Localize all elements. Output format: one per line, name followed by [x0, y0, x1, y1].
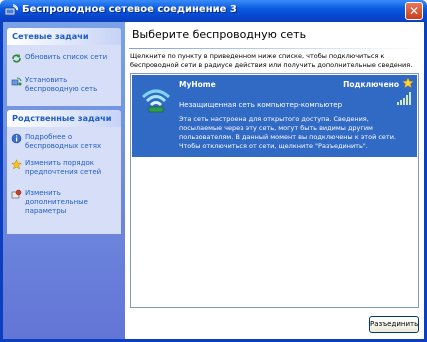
related-tasks-panel: Родственные задачи Подробнее о беспровод…: [7, 110, 121, 234]
close-icon: ✕: [408, 4, 420, 18]
security-type: Незащищенная сеть компьютер-компьютер: [179, 101, 343, 109]
task-label: Изменить дополнительные параметры: [25, 189, 88, 215]
info-icon: [11, 133, 22, 144]
title-bar[interactable]: Беспроводное сетевое соединение 3 ✕: [0, 0, 427, 22]
setup-wireless-icon: [11, 77, 22, 86]
instructions-text: Щелкните по пункту в приведенном ниже сп…: [130, 52, 413, 69]
preferred-star-icon: [402, 77, 414, 89]
task-label: Изменить порядок предпочтения сетей: [25, 159, 102, 176]
disconnect-label: Разъединить: [370, 320, 419, 328]
connection-status: Подключено: [343, 80, 399, 89]
client-area: Сетевые задачи Обновить список сети Уста…: [3, 22, 424, 339]
star-order-icon: [11, 159, 22, 170]
network-list-item[interactable]: MyHome Подключено Незащищенная сеть комп…: [132, 75, 417, 157]
refresh-icon: [12, 54, 21, 63]
window-title: Беспроводное сетевое соединение 3: [22, 4, 237, 15]
task-pane: Сетевые задачи Обновить список сети Уста…: [3, 22, 125, 339]
wireless-network-icon: [141, 89, 171, 113]
task-label: Установить беспроводную сеть: [25, 76, 98, 93]
page-title: Выберите беспроводную сеть: [132, 28, 307, 41]
wireless-connection-icon: [4, 4, 18, 16]
task-label: Подробнее о беспроводных сетях: [25, 133, 102, 150]
disconnect-button[interactable]: Разъединить: [369, 316, 419, 333]
network-tasks-header[interactable]: Сетевые задачи: [7, 28, 121, 45]
network-tasks-panel: Сетевые задачи Обновить список сети Уста…: [7, 28, 121, 106]
task-label: Обновить список сети: [25, 53, 108, 61]
heading-divider: [129, 48, 420, 49]
network-list[interactable]: MyHome Подключено Незащищенная сеть комп…: [130, 73, 419, 308]
signal-strength-icon: [397, 92, 411, 105]
settings-icon: [11, 189, 22, 199]
network-description: Эта сеть настроена для открытого доступа…: [179, 115, 397, 150]
close-button[interactable]: ✕: [405, 2, 423, 20]
network-name: MyHome: [179, 80, 216, 89]
window: Беспроводное сетевое соединение 3 ✕ Сете…: [0, 0, 427, 342]
main-pane: Выберите беспроводную сеть Щелкните по п…: [125, 22, 424, 339]
related-tasks-header[interactable]: Родственные задачи: [7, 110, 121, 127]
